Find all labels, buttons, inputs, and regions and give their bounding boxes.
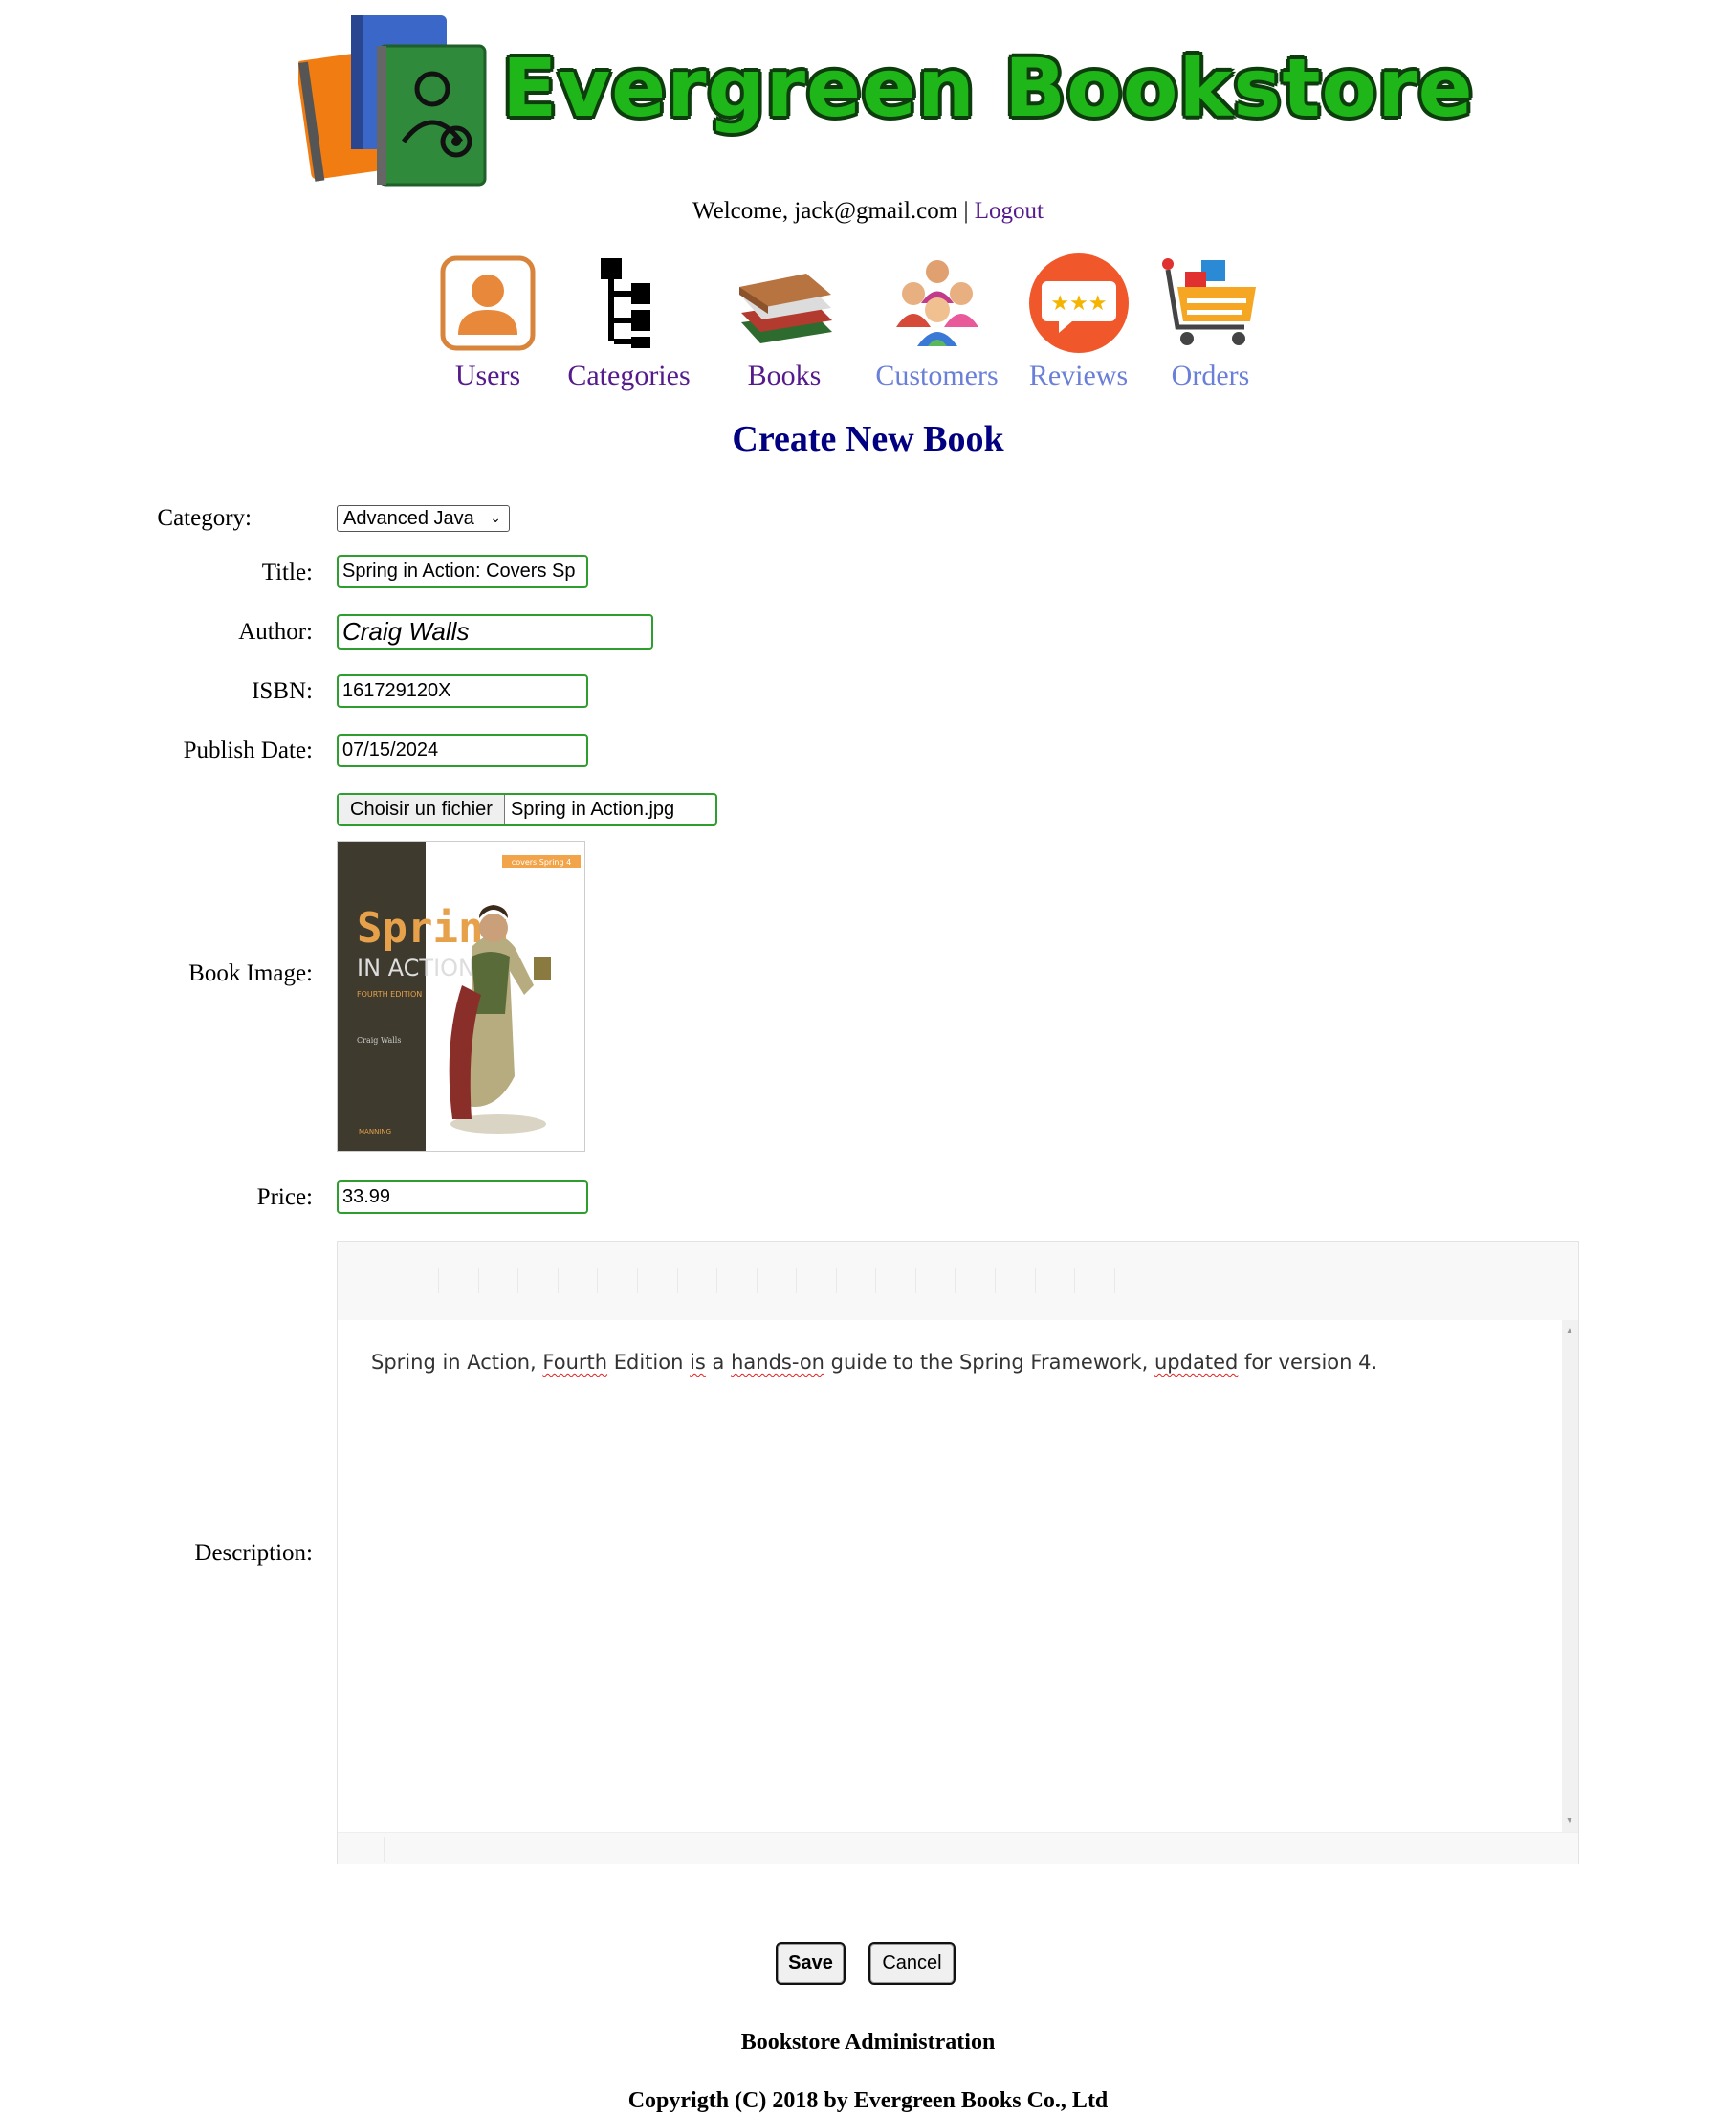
footer-copyright: Copyrigth (C) 2018 by Evergreen Books Co… bbox=[627, 2088, 1109, 2113]
title-input[interactable]: Spring in Action: Covers Sp bbox=[337, 555, 588, 588]
cover-badge: covers Spring 4 bbox=[512, 858, 571, 867]
author-label: Author: bbox=[238, 619, 313, 645]
price-input-value: 33.99 bbox=[342, 1186, 391, 1207]
welcome-bar: Welcome, jack@gmail.com | Logout bbox=[0, 198, 1736, 225]
bookstore-logo-icon bbox=[296, 8, 490, 189]
editor-toolbar bbox=[338, 1242, 1578, 1321]
nav-item-customers[interactable]: Customers bbox=[872, 251, 1001, 392]
nav-label-customers: Customers bbox=[875, 360, 999, 391]
star-rating-bubble-icon: ★★★ bbox=[1028, 253, 1129, 353]
logout-link[interactable]: Logout bbox=[975, 198, 1044, 224]
price-input[interactable]: 33.99 bbox=[337, 1180, 588, 1214]
cover-title-line2: IN ACTION bbox=[357, 955, 475, 981]
footer-title: Bookstore Administration bbox=[740, 2030, 996, 2055]
author-input[interactable]: Craig Walls bbox=[337, 614, 653, 650]
scroll-down-icon[interactable]: ▼ bbox=[1565, 1816, 1574, 1826]
publish-date-label: Publish Date: bbox=[183, 738, 313, 763]
editor-scrollbar[interactable]: ▲ ▼ bbox=[1562, 1320, 1578, 1832]
svg-text:★★★: ★★★ bbox=[1050, 292, 1107, 316]
category-selected-value: Advanced Java bbox=[343, 507, 474, 529]
book-cover-image: covers Spring 4 Spring IN ACTION FOURTH … bbox=[337, 841, 585, 1152]
title-input-value: Spring in Action: Covers Sp bbox=[342, 561, 576, 582]
nav-label-reviews: Reviews bbox=[1028, 360, 1129, 391]
nav-item-books[interactable]: Books bbox=[732, 251, 837, 392]
isbn-input[interactable]: 161729120X bbox=[337, 674, 588, 708]
cancel-button[interactable]: Cancel bbox=[868, 1942, 956, 1985]
people-group-icon bbox=[895, 260, 978, 346]
books-stack-icon bbox=[739, 274, 832, 343]
separator: | bbox=[963, 198, 969, 224]
nav-item-users[interactable]: Users bbox=[426, 251, 550, 392]
scroll-up-icon[interactable]: ▲ bbox=[1565, 1326, 1574, 1336]
nav-item-reviews[interactable]: ★★★ Reviews bbox=[1023, 251, 1133, 392]
author-input-value: Craig Walls bbox=[342, 617, 470, 646]
user-icon bbox=[440, 255, 536, 351]
bookstore-logo-text: Evergreen Bookstore bbox=[502, 41, 1474, 135]
isbn-label: ISBN: bbox=[252, 678, 313, 704]
choose-file-button[interactable]: Choisir un fichier bbox=[339, 795, 505, 824]
nav-label-users: Users bbox=[454, 360, 521, 391]
chevron-down-icon: ⌄ bbox=[490, 510, 501, 525]
nav-label-orders: Orders bbox=[1171, 360, 1250, 391]
publish-date-input[interactable]: 07/15/2024 bbox=[337, 734, 588, 767]
description-text: Spring in Action, Fourth Edition is a ha… bbox=[371, 1351, 1378, 1374]
save-button[interactable]: Save bbox=[776, 1942, 846, 1985]
book-image-file-input[interactable]: Choisir un fichier Spring in Action.jpg bbox=[337, 793, 717, 826]
publish-date-value: 07/15/2024 bbox=[342, 739, 439, 760]
description-rich-text-editor[interactable]: Spring in Action, Fourth Edition is a ha… bbox=[337, 1241, 1579, 1864]
price-label: Price: bbox=[256, 1184, 313, 1210]
nav-label-books: Books bbox=[747, 360, 822, 391]
editor-status-bar bbox=[338, 1832, 1578, 1864]
category-label: Category: bbox=[157, 505, 252, 531]
book-image-label: Book Image: bbox=[188, 960, 313, 986]
shopping-cart-icon bbox=[1161, 258, 1256, 345]
selected-file-name: Spring in Action.jpg bbox=[510, 798, 675, 820]
welcome-text: Welcome, jack@gmail.com bbox=[692, 198, 958, 224]
nav-item-orders[interactable]: Orders bbox=[1155, 251, 1265, 392]
category-select[interactable]: Advanced Java ⌄ bbox=[337, 505, 510, 532]
tree-hierarchy-icon bbox=[600, 258, 650, 348]
title-label: Title: bbox=[261, 560, 313, 585]
editor-content-area[interactable]: Spring in Action, Fourth Edition is a ha… bbox=[338, 1320, 1562, 1832]
nav-item-categories[interactable]: Categories bbox=[564, 251, 693, 392]
cover-author: Craig Walls bbox=[357, 1036, 401, 1045]
isbn-input-value: 161729120X bbox=[342, 680, 451, 701]
nav-label-categories: Categories bbox=[567, 360, 691, 391]
cover-edition: FOURTH EDITION bbox=[357, 990, 422, 999]
page-title: Create New Book bbox=[732, 419, 1004, 459]
cover-publisher: MANNING bbox=[359, 1128, 391, 1135]
description-label: Description: bbox=[194, 1540, 313, 1566]
